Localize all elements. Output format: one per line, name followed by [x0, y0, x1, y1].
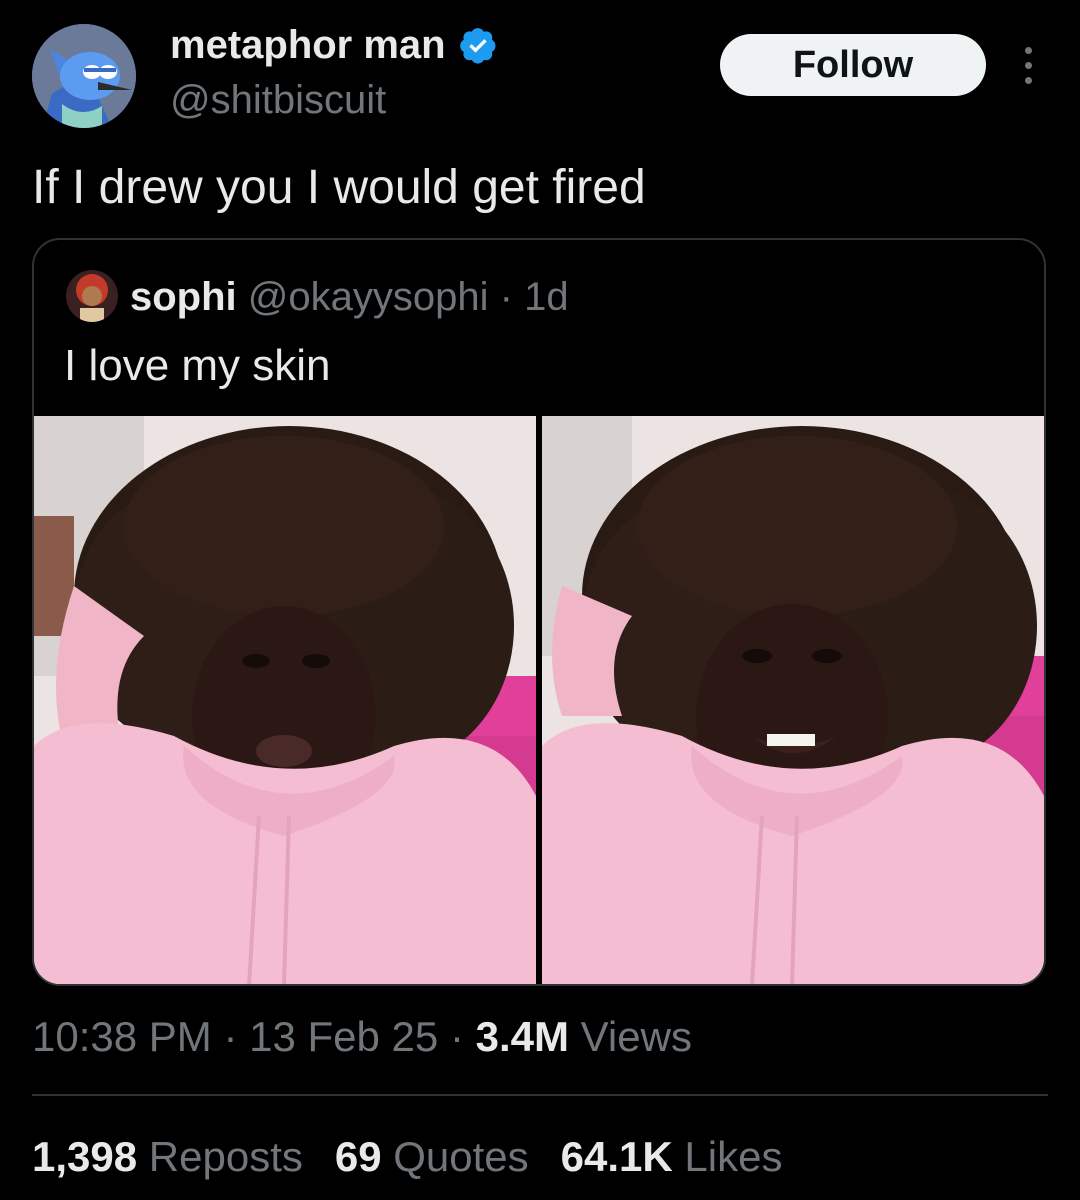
quoted-display-name[interactable]: sophi: [130, 275, 237, 319]
quoted-separator: ·: [499, 275, 513, 319]
tweet-meta: 10:38 PM · 13 Feb 25 · 3.4M Views: [32, 1012, 692, 1062]
quotes-stat[interactable]: 69 Quotes: [335, 1132, 529, 1182]
reposts-count: 1,398: [32, 1133, 138, 1180]
quoted-tweet[interactable]: sophi @okayysophi · 1d I love my skin: [32, 238, 1046, 986]
quoted-photos: [34, 416, 1044, 984]
meta-separator: ·: [449, 1013, 464, 1060]
selfie-smiling-image: [542, 416, 1044, 984]
quoted-author-avatar[interactable]: [66, 270, 118, 322]
quotes-label: Quotes: [393, 1133, 529, 1180]
selfie-pouting-image: [34, 416, 536, 984]
author-name-text[interactable]: metaphor man: [170, 22, 446, 68]
cartoon-bird-avatar-icon: [32, 24, 136, 128]
divider: [32, 1094, 1048, 1096]
likes-stat[interactable]: 64.1K Likes: [561, 1132, 783, 1182]
quoted-meta: sophi @okayysophi · 1d: [130, 274, 569, 320]
more-dot: [1024, 76, 1032, 84]
quoted-text: I love my skin: [64, 341, 331, 390]
likes-count: 64.1K: [560, 1133, 673, 1180]
likes-label: Likes: [684, 1133, 783, 1180]
more-dot: [1024, 46, 1032, 54]
tweet-text: If I drew you I would get fired: [32, 161, 646, 214]
quoted-timestamp[interactable]: 1d: [524, 275, 569, 319]
selfie-photo-1[interactable]: [34, 416, 536, 984]
more-options-icon[interactable]: [1008, 40, 1048, 90]
quoted-handle[interactable]: @okayysophi: [248, 275, 489, 319]
author-handle[interactable]: @shitbiscuit: [170, 77, 386, 123]
engagement-stats: 1,398 Reposts 69 Quotes 64.1K Likes: [32, 1132, 782, 1182]
verified-badge-icon: [459, 28, 496, 64]
meta-separator: ·: [223, 1013, 238, 1060]
tweet-time[interactable]: 10:38 PM: [32, 1013, 212, 1060]
selfie-photo-2[interactable]: [542, 416, 1044, 984]
views-count: 3.4M: [475, 1013, 569, 1060]
author-display-name[interactable]: metaphor man: [170, 22, 498, 68]
follow-button[interactable]: Follow: [720, 34, 986, 96]
more-dot: [1024, 61, 1032, 69]
quoted-avatar-image: [66, 270, 118, 322]
views-label: Views: [580, 1013, 692, 1060]
author-avatar[interactable]: [32, 24, 136, 128]
reposts-label: Reposts: [148, 1133, 303, 1180]
quotes-count: 69: [334, 1133, 382, 1180]
reposts-stat[interactable]: 1,398 Reposts: [32, 1132, 303, 1182]
tweet-date[interactable]: 13 Feb 25: [249, 1013, 438, 1060]
